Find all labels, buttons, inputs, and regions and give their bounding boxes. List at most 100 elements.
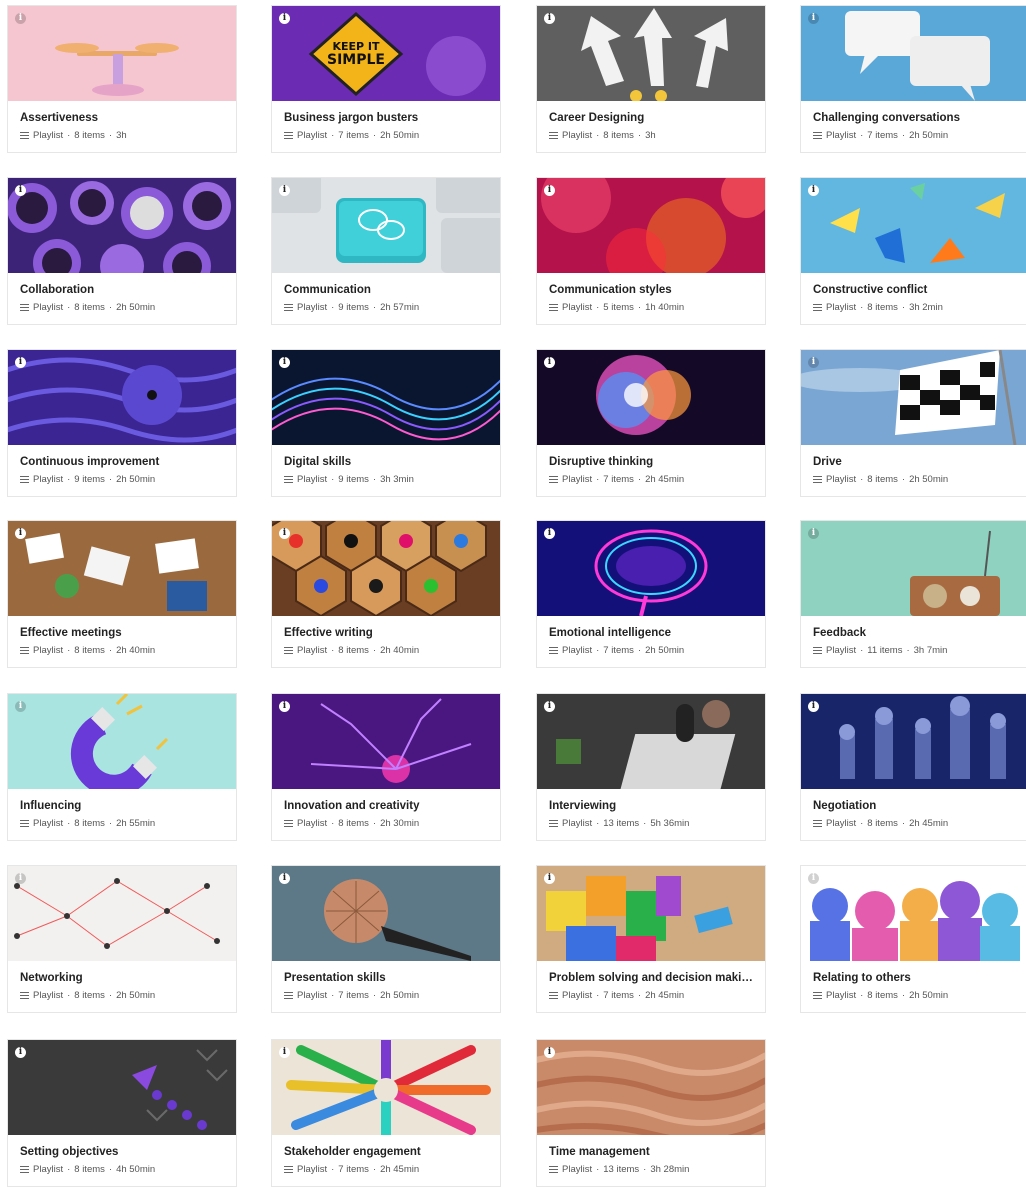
playlist-card[interactable]: i Constructive conflict Playlist · 8 items · 3…	[800, 177, 1026, 325]
info-icon[interactable]: i	[15, 13, 26, 24]
card-title[interactable]: Disruptive thinking	[549, 456, 753, 468]
card-title[interactable]: Effective writing	[284, 627, 488, 639]
info-icon[interactable]: i	[808, 185, 819, 196]
info-icon[interactable]: i	[279, 1047, 290, 1058]
info-icon[interactable]: i	[279, 357, 290, 368]
playlist-card[interactable]: KEEP IT SIMPLE i Business jargon busters Pla…	[271, 5, 501, 153]
playlist-card[interactable]: i Relating to others Playlist · 8 items · 2h 5…	[800, 865, 1026, 1013]
card-type: Playlist	[562, 990, 593, 1001]
playlist-card[interactable]: i Feedback Playlist · 11 items · 3h 7min	[800, 520, 1026, 668]
info-icon[interactable]: i	[544, 13, 555, 24]
info-icon[interactable]: i	[544, 185, 555, 196]
info-icon[interactable]: i	[15, 701, 26, 712]
playlist-thumbnail: i	[8, 521, 236, 616]
playlist-thumbnail: i	[801, 178, 1026, 273]
card-duration: 3h 3min	[380, 474, 414, 485]
playlist-card[interactable]: i Innovation and creativity Playlist · 8 ite…	[271, 693, 501, 841]
playlist-card[interactable]: i Presentation skills Playlist · 7 items · 2h …	[271, 865, 501, 1013]
playlist-card[interactable]: i Problem solving and decision making Play…	[536, 865, 766, 1013]
info-icon[interactable]: i	[15, 185, 26, 196]
playlist-card[interactable]: i Communication Playlist · 9 items · 2h 57min	[271, 177, 501, 325]
playlist-card[interactable]: i Setting objectives Playlist · 8 items · 4h 5…	[7, 1039, 237, 1187]
info-icon[interactable]: i	[808, 528, 819, 539]
playlist-card[interactable]: i Influencing Playlist · 8 items · 2h 55min	[7, 693, 237, 841]
card-title[interactable]: Setting objectives	[20, 1146, 224, 1158]
card-type: Playlist	[562, 474, 593, 485]
separator-dot: ·	[67, 302, 71, 313]
card-title[interactable]: Business jargon busters	[284, 112, 488, 124]
playlist-card[interactable]: i Career Designing Playlist · 8 items · 3h	[536, 5, 766, 153]
card-title[interactable]: Feedback	[813, 627, 1017, 639]
card-title[interactable]: Influencing	[20, 800, 224, 812]
info-icon[interactable]: i	[808, 873, 819, 884]
card-duration: 3h 2min	[909, 302, 943, 313]
playlist-list-icon	[549, 304, 558, 311]
card-title[interactable]: Relating to others	[813, 972, 1017, 984]
info-icon[interactable]: i	[15, 357, 26, 368]
card-title[interactable]: Problem solving and decision making	[549, 972, 753, 984]
card-duration: 2h 40min	[380, 645, 420, 656]
card-duration: 2h 50min	[909, 990, 949, 1001]
playlist-card[interactable]: i Emotional intelligence Playlist · 7 items ·…	[536, 520, 766, 668]
card-title[interactable]: Career Designing	[549, 112, 753, 124]
card-meta: Disruptive thinking Playlist · 7 items · 2h 4…	[537, 445, 765, 485]
info-icon[interactable]: i	[544, 357, 555, 368]
card-title[interactable]: Communication	[284, 284, 488, 296]
info-icon[interactable]: i	[279, 873, 290, 884]
card-title[interactable]: Emotional intelligence	[549, 627, 753, 639]
card-title[interactable]: Assertiveness	[20, 112, 224, 124]
card-subtitle: Playlist · 13 items · 3h 28min	[549, 1164, 753, 1175]
card-title[interactable]: Drive	[813, 456, 1017, 468]
card-title[interactable]: Networking	[20, 972, 224, 984]
info-icon[interactable]: i	[279, 185, 290, 196]
card-title[interactable]: Presentation skills	[284, 972, 488, 984]
playlist-card[interactable]: i Effective writing Playlist · 8 items · 2h 40…	[271, 520, 501, 668]
playlist-card[interactable]: i Effective meetings Playlist · 8 items · 2h 4…	[7, 520, 237, 668]
playlist-card[interactable]: i Continuous improvement Playlist · 9 items ·…	[7, 349, 237, 497]
playlist-card[interactable]: i Communication styles Playlist · 5 items · 1h…	[536, 177, 766, 325]
card-item-count: 9 items	[338, 302, 369, 313]
playlist-card[interactable]: i Networking Playlist · 8 items · 2h 50min	[7, 865, 237, 1013]
playlist-card[interactable]: i Stakeholder engagement Playlist · 7 items ·…	[271, 1039, 501, 1187]
card-title[interactable]: Negotiation	[813, 800, 1017, 812]
card-title[interactable]: Constructive conflict	[813, 284, 1017, 296]
card-title[interactable]: Communication styles	[549, 284, 753, 296]
info-icon[interactable]: i	[279, 13, 290, 24]
info-icon[interactable]: i	[15, 1047, 26, 1058]
playlist-card[interactable]: i Negotiation Playlist · 8 items · 2h 45min	[800, 693, 1026, 841]
playlist-card[interactable]: i Disruptive thinking Playlist · 7 items · 2h …	[536, 349, 766, 497]
playlist-card[interactable]: i Time management Playlist · 13 items · 3h 28m…	[536, 1039, 766, 1187]
card-title[interactable]: Stakeholder engagement	[284, 1146, 488, 1158]
info-icon[interactable]: i	[279, 528, 290, 539]
card-title[interactable]: Digital skills	[284, 456, 488, 468]
separator-dot: ·	[331, 818, 335, 829]
card-title[interactable]: Challenging conversations	[813, 112, 1017, 124]
info-icon[interactable]: i	[544, 528, 555, 539]
card-subtitle: Playlist · 7 items · 2h 50min	[549, 645, 753, 656]
info-icon[interactable]: i	[15, 528, 26, 539]
playlist-card[interactable]: i Assertiveness Playlist · 8 items · 3h	[7, 5, 237, 153]
info-icon[interactable]: i	[808, 13, 819, 24]
card-title[interactable]: Time management	[549, 1146, 753, 1158]
card-title[interactable]: Interviewing	[549, 800, 753, 812]
playlist-list-icon	[20, 304, 29, 311]
card-meta: Problem solving and decision making Playl…	[537, 961, 765, 1001]
info-icon[interactable]: i	[279, 701, 290, 712]
info-icon[interactable]: i	[544, 701, 555, 712]
card-title[interactable]: Effective meetings	[20, 627, 224, 639]
playlist-card[interactable]: i Challenging conversations Playlist · 7 ite…	[800, 5, 1026, 153]
playlist-thumbnail: i	[8, 350, 236, 445]
card-title[interactable]: Continuous improvement	[20, 456, 224, 468]
playlist-card[interactable]: i Interviewing Playlist · 13 items · 5h 36min	[536, 693, 766, 841]
info-icon[interactable]: i	[15, 873, 26, 884]
playlist-card[interactable]: i Digital skills Playlist · 9 items · 3h 3min	[271, 349, 501, 497]
card-title[interactable]: Collaboration	[20, 284, 224, 296]
info-icon[interactable]: i	[544, 873, 555, 884]
playlist-card[interactable]: i Drive Playlist · 8 items · 2h 50min	[800, 349, 1026, 497]
info-icon[interactable]: i	[808, 357, 819, 368]
card-type: Playlist	[297, 1164, 328, 1175]
info-icon[interactable]: i	[808, 701, 819, 712]
playlist-card[interactable]: i Collaboration Playlist · 8 items · 2h 50min	[7, 177, 237, 325]
card-title[interactable]: Innovation and creativity	[284, 800, 488, 812]
info-icon[interactable]: i	[544, 1047, 555, 1058]
